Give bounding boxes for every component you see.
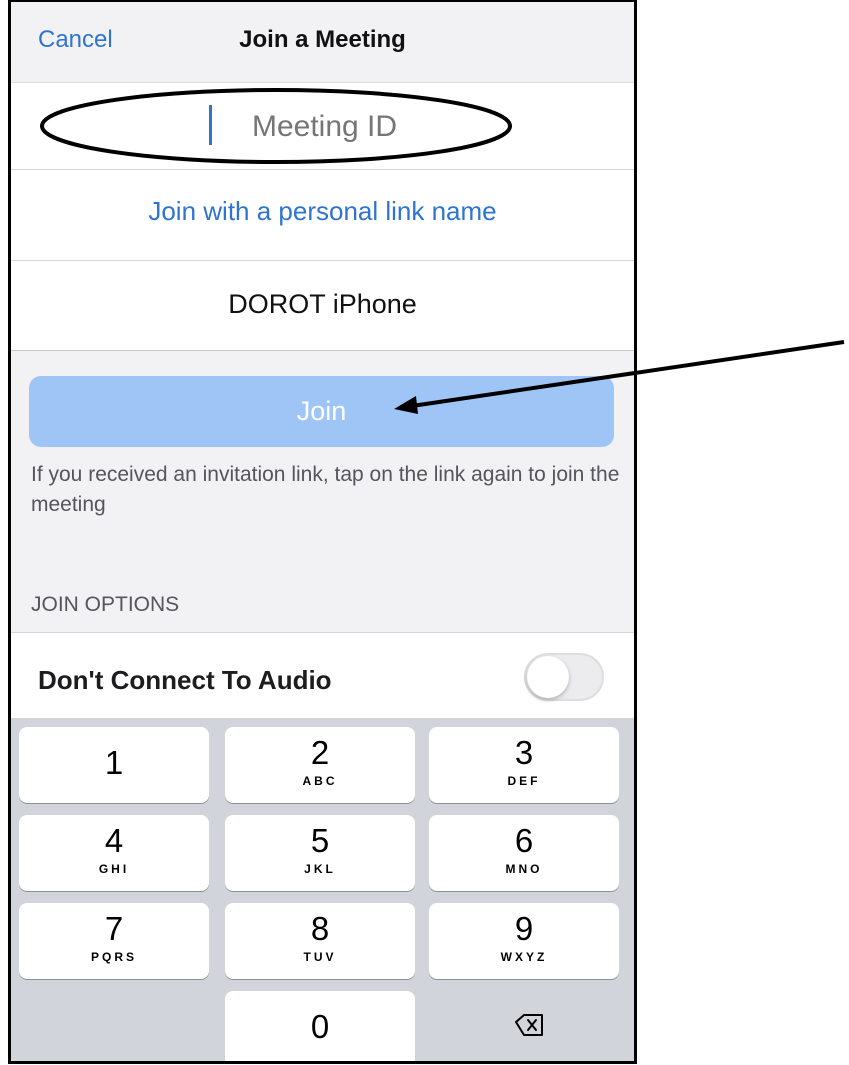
annotation-arrow	[394, 340, 845, 414]
